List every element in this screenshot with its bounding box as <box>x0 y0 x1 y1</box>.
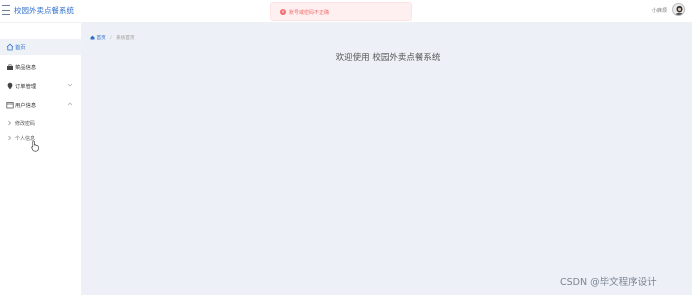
avatar[interactable] <box>672 3 685 16</box>
main-content: 首页 / 系统首页 欢迎使用 校园外卖点餐系统 <box>82 23 692 295</box>
calendar-icon <box>6 101 14 109</box>
breadcrumb: 首页 / 系统首页 <box>90 35 135 41</box>
sidebar-item-label: 订单管理 <box>15 84 37 90</box>
home-icon <box>90 35 95 40</box>
menu-toggle-icon[interactable] <box>2 5 10 15</box>
sidebar-subitem-change-password[interactable]: 修改密码 <box>0 117 82 131</box>
breadcrumb-current: 系统首页 <box>116 36 135 41</box>
app-title: 校园外卖点餐系统 <box>14 6 74 15</box>
sidebar-item-home[interactable]: 首页 <box>0 39 82 55</box>
sidebar-subitem-label: 修改密码 <box>15 121 36 127</box>
chevron-right-icon <box>7 135 12 141</box>
sidebar: 首页 菜品信息 订单管理 用户信息 修改密码 个人信息 <box>0 23 82 295</box>
sidebar-item-dishes[interactable]: 菜品信息 <box>0 59 82 75</box>
sidebar-item-user-info[interactable]: 用户信息 <box>0 97 82 113</box>
user-avatar-icon <box>673 4 684 15</box>
chevron-down-icon <box>67 82 73 88</box>
breadcrumb-separator: / <box>110 36 112 41</box>
toast-message: 账号或密码不正确 <box>289 10 330 16</box>
hand-cursor-icon <box>31 140 39 152</box>
chevron-right-icon <box>7 120 12 126</box>
sidebar-item-label: 首页 <box>15 45 26 51</box>
chevron-up-icon <box>67 101 73 107</box>
sidebar-item-label: 菜品信息 <box>15 65 37 71</box>
breadcrumb-home[interactable]: 首页 <box>96 36 105 41</box>
watermark: CSDN @毕文程序设计 <box>560 277 657 288</box>
home-icon <box>6 43 14 51</box>
error-circle-icon: ✕ <box>280 9 286 15</box>
sidebar-item-label: 用户信息 <box>15 103 37 109</box>
sidebar-item-orders[interactable]: 订单管理 <box>0 78 82 94</box>
error-toast: ✕ 账号或密码不正确 <box>270 2 412 21</box>
briefcase-icon <box>6 63 14 71</box>
location-pin-icon <box>6 82 14 90</box>
welcome-heading: 欢迎使用 校园外卖点餐系统 <box>335 53 441 63</box>
user-name[interactable]: 小麻烦 <box>652 7 667 14</box>
sidebar-subitem-personal-info[interactable]: 个人信息 <box>0 132 82 146</box>
